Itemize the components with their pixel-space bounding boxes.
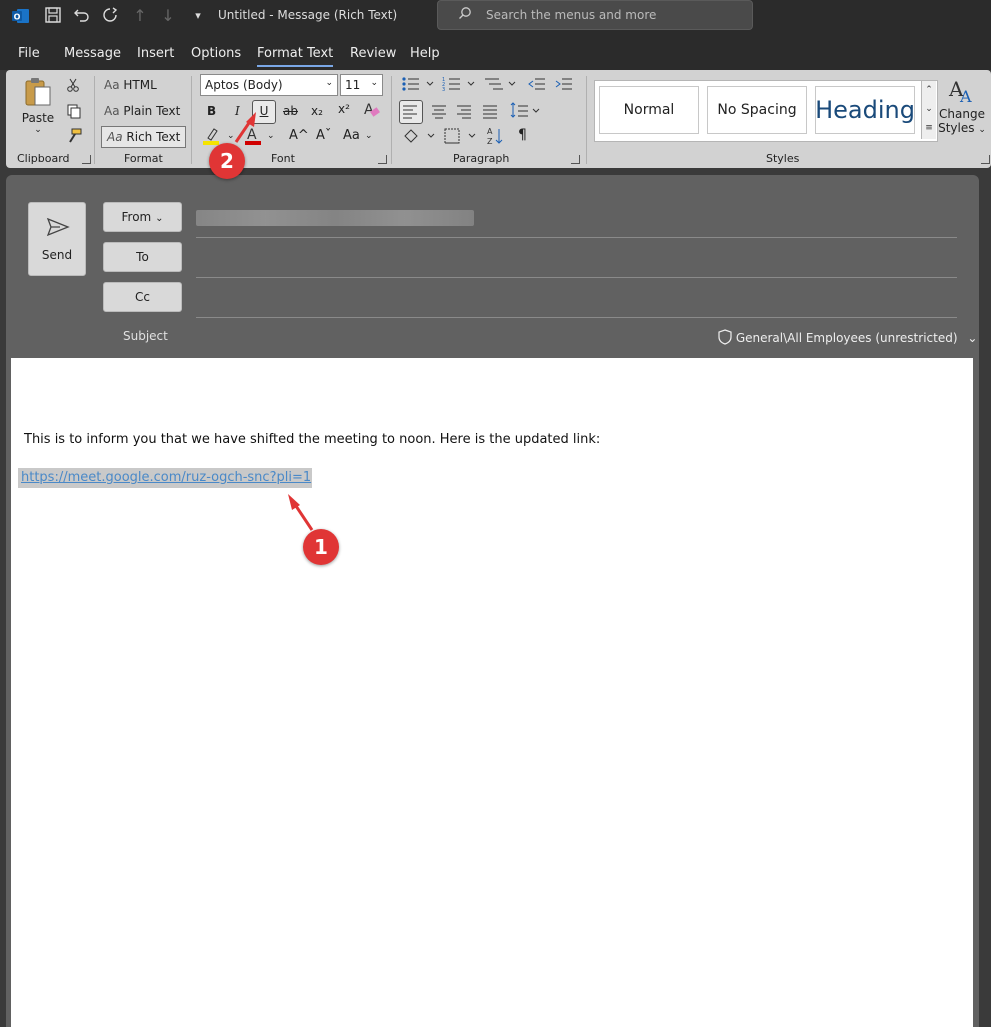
annotation-arrows xyxy=(234,112,314,531)
callout-badge-1: 1 xyxy=(303,529,339,565)
callout-badge-2: 2 xyxy=(209,143,245,179)
